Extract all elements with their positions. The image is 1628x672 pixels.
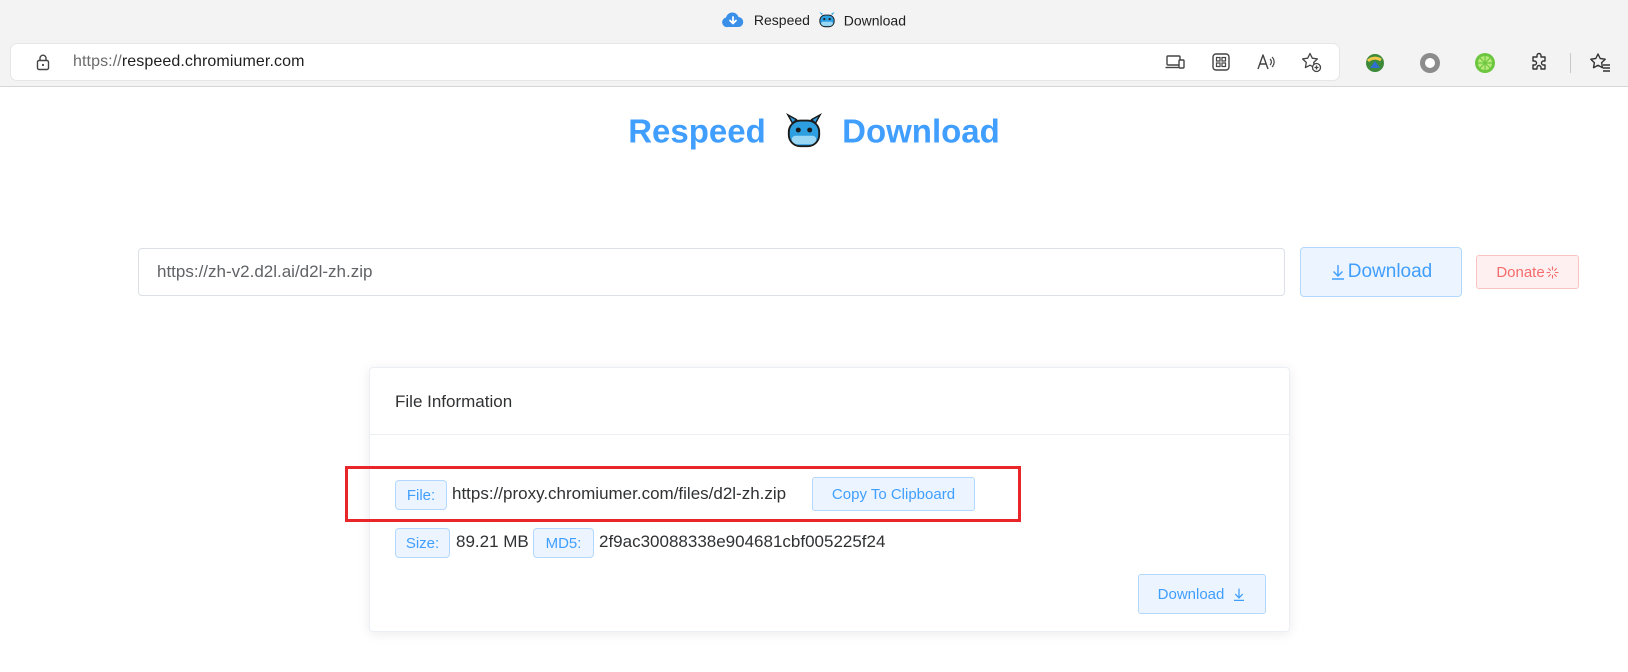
whale-icon [819, 12, 835, 28]
file-download-button[interactable]: Download [1138, 574, 1266, 614]
download-arrow-icon [1234, 588, 1245, 601]
window-title: Respeed Download [0, 11, 1628, 29]
size-tag-label: Size: [405, 534, 440, 552]
lock-icon[interactable] [34, 53, 52, 71]
url-host: respeed.chromiumer.com [121, 53, 305, 70]
device-icon[interactable] [1164, 51, 1186, 73]
favorites-icon[interactable] [1588, 51, 1612, 75]
donate-button[interactable]: Donate [1476, 255, 1579, 289]
size-tag: Size: [395, 528, 450, 558]
url-protocol: https:// [73, 53, 122, 70]
address-url[interactable]: https://respeed.chromiumer.com [73, 53, 305, 71]
favorite-add-icon[interactable] [1300, 51, 1322, 73]
toolbar-separator [1570, 53, 1571, 73]
page-title-left: Respeed [628, 112, 766, 150]
download-arrow-icon [1331, 265, 1344, 280]
circle-extension-icon[interactable] [1418, 51, 1442, 75]
md5-tag: MD5: [533, 528, 594, 558]
page-title-right: Download [842, 112, 1000, 150]
url-input[interactable] [138, 248, 1285, 296]
download-button-label: Download [1347, 261, 1433, 282]
apps-icon[interactable] [1210, 51, 1232, 73]
tab-title-right: Download [843, 12, 906, 29]
file-download-label: Download [1157, 585, 1225, 603]
md5-value: 2f9ac30088338e904681cbf005225f24 [599, 532, 886, 551]
size-value: 89.21 MB [456, 532, 529, 551]
card-header: File Information [370, 368, 1289, 435]
sparkle-icon [1546, 265, 1559, 279]
browser-titlebar: Respeed Download [0, 0, 1628, 40]
tab-title-left: Respeed [753, 12, 810, 29]
page-title: Respeed Download [0, 110, 1628, 150]
browser-toolbar: https://respeed.chromiumer.com [0, 40, 1628, 87]
highlight-annotation-box [345, 466, 1021, 522]
idm-extension-icon[interactable] [1363, 51, 1387, 75]
lime-extension-icon[interactable] [1473, 51, 1497, 75]
card-title: File Information [395, 392, 513, 411]
address-bar[interactable]: https://respeed.chromiumer.com [11, 44, 1339, 80]
read-aloud-icon[interactable] [1255, 51, 1277, 73]
cloud-download-icon [722, 12, 744, 28]
whale-icon [785, 113, 822, 148]
md5-tag-label: MD5: [545, 534, 582, 552]
donate-button-label: Donate [1496, 263, 1545, 281]
download-button[interactable]: Download [1300, 247, 1462, 297]
extensions-puzzle-icon[interactable] [1528, 51, 1552, 75]
